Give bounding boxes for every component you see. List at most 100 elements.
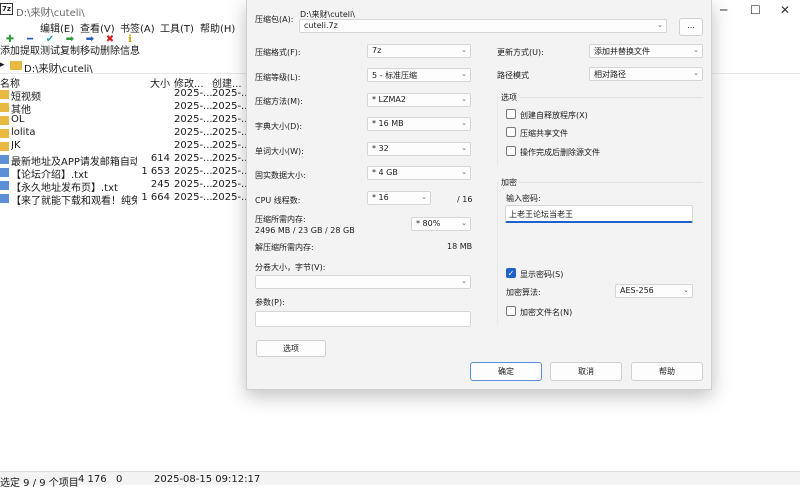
method-select[interactable]: * LZMA2 ⌄ [367, 93, 471, 107]
mem-percent-select[interactable]: * 80% ⌄ [411, 217, 471, 231]
add-to-archive-dialog: 压缩包(A): D:\来财\cuteli\ cuteli.7z ⌄ ... 压缩… [246, 0, 712, 390]
path-mode-value: 相对路径 [594, 70, 626, 79]
show-password-label: 显示密码(S) [520, 270, 564, 279]
toolbar-label: 移动 [80, 46, 100, 57]
word-select[interactable]: * 32 ⌄ [367, 142, 471, 156]
encrypt-names-checkbox[interactable] [506, 306, 516, 316]
toolbar-plus-button[interactable]: ✚ 添加 [0, 34, 20, 58]
file-created: 2025-... [212, 88, 251, 99]
level-value: 5 - 标准压缩 [372, 71, 418, 80]
params-label: 参数(P): [255, 298, 285, 307]
file-row[interactable]: 【来了就能下载和观看！纯免... 1 664 2025-... 2025-... [0, 192, 251, 207]
ok-button[interactable]: 确定 [470, 362, 542, 381]
file-created: 2025-... [212, 114, 251, 125]
path-mode-select[interactable]: 相对路径 ⌄ [589, 67, 703, 81]
file-size: 614 [150, 153, 170, 164]
chevron-down-icon: ⌄ [693, 46, 699, 54]
minus-icon: ━ [26, 34, 34, 45]
app-icon: 7z [0, 3, 13, 15]
menu-bookmarks[interactable]: 书签(A) [120, 20, 155, 35]
address-text: D:\来财\cuteli\ [24, 64, 93, 75]
file-row[interactable]: 【永久地址发布页】.txt 245 2025-... 2025-... [0, 179, 251, 194]
enc-method-select[interactable]: AES-256 ⌄ [615, 284, 693, 298]
threads-max: / 16 [457, 195, 473, 204]
file-row[interactable]: JK 2025-... 2025-... [0, 140, 251, 153]
file-created: 2025-... [212, 140, 251, 151]
delete-source-label: 操作完成后删除源文件 [520, 148, 600, 157]
file-modified: 2025-... [174, 88, 213, 99]
file-created: 2025-... [212, 101, 251, 112]
file-modified: 2025-... [174, 114, 213, 125]
folder-icon [0, 142, 9, 151]
maximize-icon[interactable]: ☐ [750, 3, 761, 17]
format-select[interactable]: 7z ⌄ [367, 44, 471, 58]
file-size: 1 653 [141, 166, 170, 177]
close-icon[interactable]: ✕ [780, 3, 790, 17]
encryption-group-title: 加密 [499, 177, 519, 188]
delete-source-checkbox[interactable] [506, 146, 516, 156]
dict-value: * 16 MB [372, 119, 404, 128]
up-arrow-icon[interactable]: ▸ [0, 60, 5, 70]
file-modified: 2025-... [174, 166, 213, 177]
copy-arrow-icon: ➡ [65, 34, 75, 45]
toolbar-info-button[interactable]: ℹ 信息 [120, 34, 140, 58]
level-select[interactable]: 5 - 标准压缩 ⌄ [367, 68, 471, 82]
menu-tools[interactable]: 工具(T) [160, 20, 194, 35]
menu-view[interactable]: 查看(V) [80, 20, 115, 35]
chevron-down-icon: ⌄ [421, 193, 427, 201]
toolbar-move-arrow-button[interactable]: ➡ 移动 [80, 34, 100, 58]
threads-select[interactable]: * 16 ⌄ [367, 191, 431, 205]
help-button[interactable]: 帮助 [631, 362, 703, 381]
file-row[interactable]: 其他 2025-... 2025-... [0, 101, 251, 116]
file-row[interactable]: 最新地址及APP请发邮箱自动... 614 2025-... 2025-... [0, 153, 251, 168]
solid-label: 固实数据大小: [255, 171, 306, 180]
password-input[interactable]: 上老王论坛当老王 [505, 205, 693, 223]
toolbar-copy-arrow-button[interactable]: ➡ 复制 [60, 34, 80, 58]
params-input[interactable] [255, 311, 471, 327]
file-row[interactable]: lolita 2025-... 2025-... [0, 127, 251, 140]
file-icon [0, 155, 9, 164]
mem-comp-label: 压缩所需内存: [255, 215, 306, 224]
cancel-button[interactable]: 取消 [550, 362, 622, 381]
archive-name-combo[interactable]: cuteli.7z ⌄ [299, 19, 667, 33]
archive-name-value: cuteli.7z [304, 21, 338, 30]
options-group-title: 选项 [499, 92, 519, 103]
browse-button[interactable]: ... [679, 18, 703, 36]
options-button[interactable]: 选项 [256, 340, 326, 357]
format-value: 7z [372, 46, 382, 55]
toolbar-delete-button[interactable]: ✖ 删除 [100, 34, 120, 58]
show-password-checkbox[interactable]: ✓ [506, 268, 516, 278]
toolbar-check-button[interactable]: ✔ 测试 [40, 34, 60, 58]
status-count: 0 [116, 474, 123, 485]
menu-edit[interactable]: 编辑(E) [40, 20, 74, 35]
folder-icon [0, 103, 9, 112]
delete-icon: ✖ [105, 34, 115, 45]
folder-icon [0, 116, 9, 125]
chevron-down-icon: ⌄ [461, 277, 467, 285]
toolbar-minus-button[interactable]: ━ 提取 [20, 34, 40, 58]
dict-select[interactable]: * 16 MB ⌄ [367, 117, 471, 131]
shared-checkbox[interactable] [506, 127, 516, 137]
menu-help[interactable]: 帮助(H) [200, 20, 235, 35]
enc-method-value: AES-256 [620, 286, 654, 295]
file-modified: 2025-... [174, 192, 213, 203]
word-label: 单词大小(W): [255, 147, 304, 156]
split-label: 分卷大小，字节(V): [255, 263, 326, 272]
solid-select[interactable]: * 4 GB ⌄ [367, 166, 471, 180]
file-row[interactable]: 【论坛介绍】.txt 1 653 2025-... 2025-... [0, 166, 251, 181]
file-row[interactable]: OL 2025-... 2025-... [0, 114, 251, 127]
chevron-down-icon: ⌄ [461, 46, 467, 54]
word-value: * 32 [372, 144, 389, 153]
sfx-checkbox[interactable] [506, 109, 516, 119]
file-name: 【来了就能下载和观看！纯免... [11, 196, 137, 207]
split-select[interactable]: ⌄ [255, 275, 471, 289]
file-icon [0, 194, 9, 203]
minimize-icon[interactable]: ─ [720, 3, 727, 17]
file-modified: 2025-... [174, 153, 213, 164]
password-value: 上老王论坛当老王 [509, 210, 573, 219]
path-mode-label: 路径模式 [497, 71, 529, 80]
toolbar-label: 复制 [60, 46, 80, 57]
chevron-down-icon: ⌄ [461, 70, 467, 78]
update-select[interactable]: 添加并替换文件 ⌄ [589, 44, 703, 58]
file-row[interactable]: 短视频 2025-... 2025-... [0, 88, 251, 103]
